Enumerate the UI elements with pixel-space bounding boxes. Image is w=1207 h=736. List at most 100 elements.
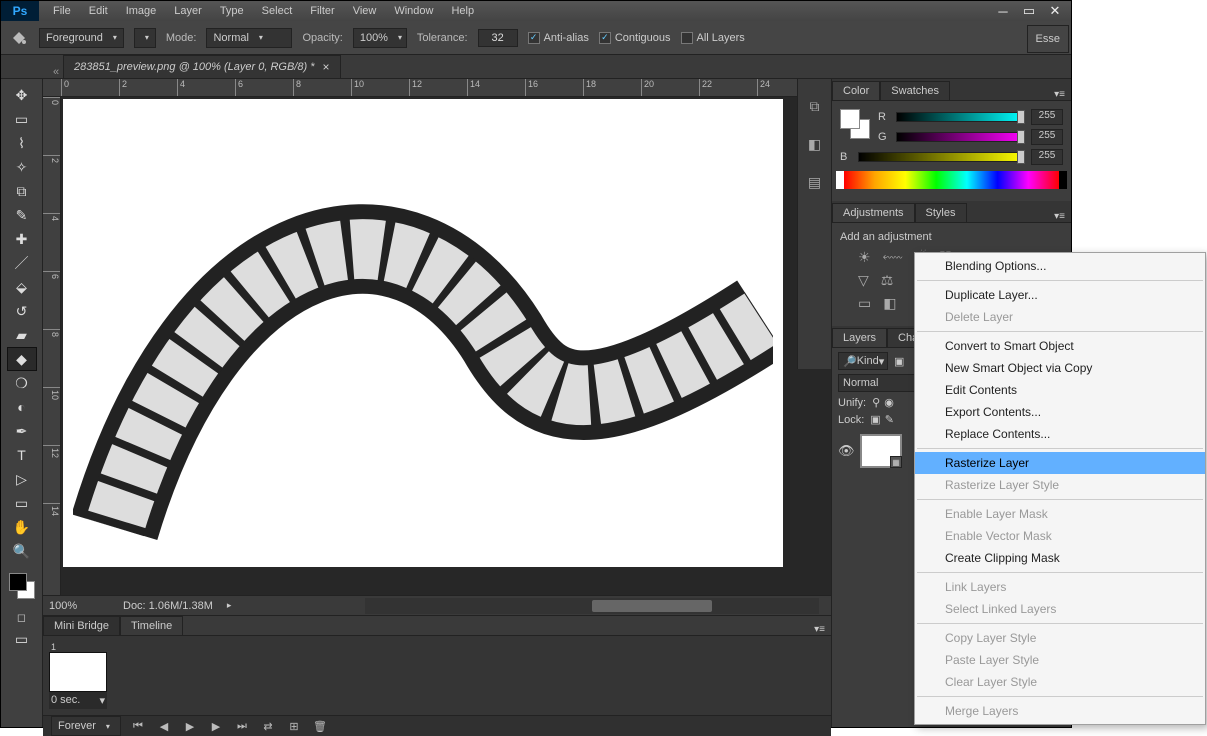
fg-bg-swatches[interactable] [7,571,37,601]
pattern-picker[interactable]: ▾ [134,28,156,48]
close-tab-icon[interactable]: × [322,60,329,74]
fill-source-select[interactable]: Foreground▾ [39,28,124,48]
magic-wand-tool[interactable]: ✧ [7,155,37,179]
antialias-checkbox[interactable]: ✓Anti-alias [528,32,589,44]
zoom-level[interactable]: 100% [49,600,109,612]
timeline-panel-menu[interactable]: ▾≡ [808,624,831,635]
animation-frame[interactable]: 1 0 sec.▾ [49,642,107,709]
visibility-icon[interactable]: 👁 [838,443,854,459]
red-slider[interactable]: R255 [878,109,1063,125]
layer-thumbnail[interactable]: ▦ [860,434,902,468]
menu-type[interactable]: Type [212,2,252,20]
filter-kind-select[interactable]: 🔎Kind▾ [838,352,888,370]
menu-layer[interactable]: Layer [166,2,210,20]
ctx-duplicate-layer[interactable]: Duplicate Layer... [915,284,1205,306]
contiguous-checkbox[interactable]: ✓Contiguous [599,32,671,44]
lasso-tool[interactable]: ⌇ [7,131,37,155]
ctx-rasterize-layer[interactable]: Rasterize Layer [915,452,1205,474]
prev-frame-button[interactable]: ◀ [155,720,173,733]
tween-button[interactable]: ⇄ [259,720,277,733]
horizontal-scrollbar[interactable] [365,598,819,614]
eyedropper-tool[interactable]: ✎ [7,203,37,227]
blur-tool[interactable]: ❍ [7,371,37,395]
healing-tool[interactable]: ✚ [7,227,37,251]
tolerance-input[interactable] [478,29,518,47]
tab-layers[interactable]: Layers [832,328,887,347]
move-tool[interactable]: ✥ [7,83,37,107]
color-spectrum[interactable] [844,171,1059,189]
loop-select[interactable]: Forever▾ [51,716,121,736]
play-button[interactable]: ▶ [181,720,199,733]
all-layers-checkbox[interactable]: All Layers [681,32,745,44]
dodge-tool[interactable]: ◐ [7,395,37,419]
tab-scroll-left[interactable]: « [49,66,63,78]
lock-icons[interactable]: ▣✎ [870,413,894,426]
ctx-convert-to-smart-object[interactable]: Convert to Smart Object [915,335,1205,357]
ctx-export-contents[interactable]: Export Contents... [915,401,1205,423]
delete-frame-button[interactable]: 🗑 [311,720,329,733]
new-frame-button[interactable]: ⊞ [285,720,303,733]
ctx-create-clipping-mask[interactable]: Create Clipping Mask [915,547,1205,569]
type-tool[interactable]: T [7,443,37,467]
tab-adjustments[interactable]: Adjustments [832,203,915,222]
close-button[interactable]: ✕ [1043,3,1067,19]
vibrance-icon[interactable]: ▽ [858,272,869,289]
adjustments-panel-menu[interactable]: ▾≡ [1048,211,1071,222]
color-panel-menu[interactable]: ▾≡ [1048,89,1071,100]
menu-filter[interactable]: Filter [302,2,342,20]
first-frame-button[interactable]: ⏮ [129,720,147,733]
brush-tool[interactable]: ／ [7,251,37,275]
minimize-button[interactable]: ─ [991,3,1015,19]
menu-help[interactable]: Help [443,2,482,20]
tab-styles[interactable]: Styles [915,203,967,222]
crop-tool[interactable]: ⧉ [7,179,37,203]
zoom-tool[interactable]: 🔍 [7,539,37,563]
tab-mini-bridge[interactable]: Mini Bridge [43,616,120,635]
bw-icon[interactable]: ▭ [858,295,871,312]
document-tab[interactable]: 283851_preview.png @ 100% (Layer 0, RGB/… [63,55,341,78]
menu-image[interactable]: Image [118,2,165,20]
character-panel-icon[interactable]: ▤ [804,171,826,193]
brightness-icon[interactable]: ☀ [858,249,871,266]
photo-filter-icon[interactable]: ◧ [883,295,896,312]
menu-file[interactable]: File [45,2,79,20]
properties-panel-icon[interactable]: ◧ [804,133,826,155]
hue-sat-icon[interactable]: ⚖ [881,272,894,289]
mode-select[interactable]: Normal▾ [206,28,292,48]
mini-swatches[interactable] [840,109,870,139]
opacity-input[interactable]: 100%▾ [353,28,407,48]
shape-tool[interactable]: ▭ [7,491,37,515]
eraser-tool[interactable]: ▰ [7,323,37,347]
menu-view[interactable]: View [345,2,385,20]
ctx-blending-options[interactable]: Blending Options... [915,255,1205,277]
blue-slider[interactable]: B255 [840,149,1063,165]
hand-tool[interactable]: ✋ [7,515,37,539]
menu-select[interactable]: Select [254,2,301,20]
filter-icons[interactable]: ▣ [894,355,904,368]
green-slider[interactable]: G255 [878,129,1063,145]
unify-icons[interactable]: ⚲◉ [872,396,894,409]
bucket-icon[interactable] [9,28,29,48]
history-brush-tool[interactable]: ↺ [7,299,37,323]
frame-duration[interactable]: 0 sec.▾ [49,692,107,709]
workspace-switcher[interactable]: Esse [1027,25,1069,53]
tab-timeline[interactable]: Timeline [120,616,183,635]
ctx-replace-contents[interactable]: Replace Contents... [915,423,1205,445]
document-canvas[interactable] [63,99,783,567]
tab-swatches[interactable]: Swatches [880,81,950,100]
maximize-button[interactable]: ▭ [1017,3,1041,19]
next-frame-button[interactable]: ▶ [207,720,225,733]
quickmask-toggle[interactable]: ◻ [7,607,37,627]
marquee-tool[interactable]: ▭ [7,107,37,131]
doc-info-caret[interactable]: ▸ [227,600,232,611]
last-frame-button[interactable]: ⏭ [233,720,251,733]
history-panel-icon[interactable]: ⧉ [804,95,826,117]
paint-bucket-tool[interactable]: ◆ [7,347,37,371]
stamp-tool[interactable]: ⬙ [7,275,37,299]
levels-icon[interactable]: ⬳ [883,249,903,266]
screenmode-button[interactable]: ▭ [7,627,37,651]
canvas-viewport[interactable] [61,97,831,595]
path-select-tool[interactable]: ▷ [7,467,37,491]
ctx-edit-contents[interactable]: Edit Contents [915,379,1205,401]
tab-color[interactable]: Color [832,81,880,100]
